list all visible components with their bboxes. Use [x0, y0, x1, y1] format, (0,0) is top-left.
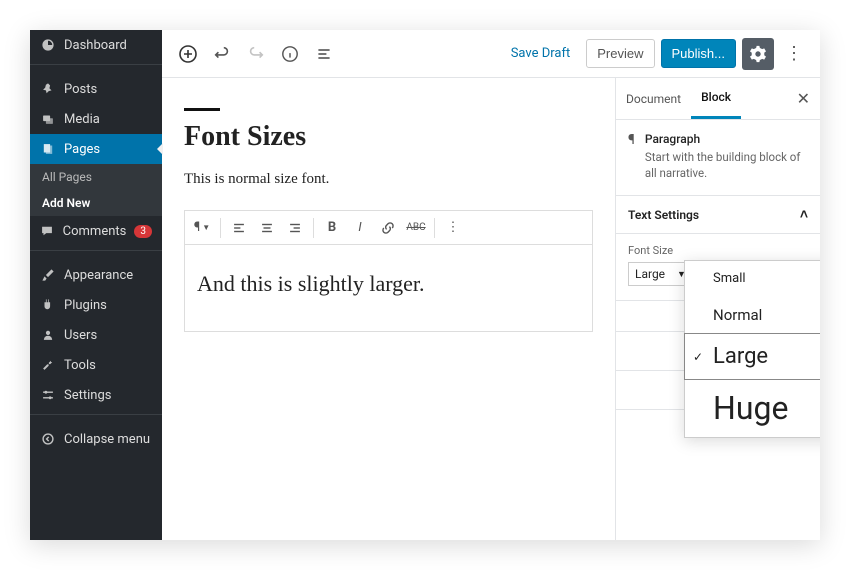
title-decoration [184, 108, 220, 111]
tab-document[interactable]: Document [616, 80, 691, 118]
sidebar-sub-add-new[interactable]: Add New [30, 190, 162, 216]
paragraph-block-large[interactable]: And this is slightly larger. [185, 245, 592, 331]
settings-gear-button[interactable] [742, 38, 774, 70]
font-size-option-large[interactable]: Large [684, 333, 820, 380]
more-menu-button[interactable]: ⋮ [780, 43, 808, 64]
editor-main: Save Draft Preview Publish... ⋮ Font Siz… [162, 30, 820, 540]
plugin-icon [40, 297, 56, 313]
tab-block[interactable]: Block [691, 78, 741, 119]
add-block-button[interactable] [174, 40, 202, 68]
panel-tabs: Document Block ✕ [616, 78, 820, 120]
block-type-name: Paragraph [645, 132, 808, 146]
sidebar-item-label: Media [64, 112, 100, 127]
admin-sidebar: Dashboard Posts Media Pages All Pages Ad… [30, 30, 162, 540]
pages-icon [40, 141, 56, 157]
sidebar-item-label: Collapse menu [64, 432, 150, 447]
sidebar-item-tools[interactable]: Tools [30, 350, 162, 380]
paragraph-icon: ¶ [628, 132, 635, 181]
sidebar-item-posts[interactable]: Posts [30, 74, 162, 104]
sidebar-item-dashboard[interactable]: Dashboard [30, 30, 162, 60]
align-left-button[interactable] [226, 215, 252, 241]
sidebar-item-comments[interactable]: Comments 3 [30, 216, 162, 246]
sidebar-item-media[interactable]: Media [30, 104, 162, 134]
collapse-icon [40, 431, 56, 447]
sidebar-item-settings[interactable]: Settings [30, 380, 162, 410]
dashboard-icon [40, 37, 56, 53]
chevron-up-icon: ˄ [800, 206, 808, 223]
sidebar-item-label: Appearance [64, 268, 133, 283]
info-button[interactable] [276, 40, 304, 68]
outline-button[interactable] [310, 40, 338, 68]
font-size-option-huge[interactable]: Huge [685, 379, 820, 437]
sidebar-item-label: Tools [64, 358, 96, 373]
block-toolbar: ¶ ▼ B I ABC ⋮ [185, 211, 592, 245]
sidebar-item-label: Comments [63, 224, 127, 239]
sidebar-item-users[interactable]: Users [30, 320, 162, 350]
sidebar-item-label: Pages [64, 142, 100, 157]
font-size-option-normal[interactable]: Normal [685, 296, 820, 334]
brush-icon [40, 267, 56, 283]
italic-button[interactable]: I [347, 215, 373, 241]
panel-close-button[interactable]: ✕ [787, 89, 820, 108]
sidebar-item-label: Settings [64, 388, 111, 403]
comment-icon [40, 223, 55, 239]
sidebar-item-label: Users [64, 328, 97, 343]
undo-button[interactable] [208, 40, 236, 68]
save-draft-link[interactable]: Save Draft [501, 40, 581, 67]
font-size-dropdown: Small Normal Large Huge [684, 260, 820, 438]
link-button[interactable] [375, 215, 401, 241]
page-title[interactable]: Font Sizes [184, 121, 593, 153]
wrench-icon [40, 357, 56, 373]
bold-button[interactable]: B [319, 215, 345, 241]
sidebar-item-label: Posts [64, 82, 97, 97]
strikethrough-button[interactable]: ABC [403, 215, 429, 241]
sidebar-sub-all-pages[interactable]: All Pages [30, 164, 162, 190]
text-settings-header[interactable]: Text Settings ˄ [616, 196, 820, 234]
block-more-button[interactable]: ⋮ [440, 215, 466, 241]
redo-button[interactable] [242, 40, 270, 68]
pin-icon [40, 81, 56, 97]
font-size-value: Large [635, 267, 665, 281]
user-icon [40, 327, 56, 343]
align-center-button[interactable] [254, 215, 280, 241]
preview-button[interactable]: Preview [586, 39, 654, 68]
sidebar-item-label: Dashboard [64, 38, 127, 53]
sidebar-item-plugins[interactable]: Plugins [30, 290, 162, 320]
media-icon [40, 111, 56, 127]
section-title: Text Settings [628, 208, 699, 222]
block-type-button[interactable]: ¶ ▼ [189, 215, 215, 241]
block-type-desc: Start with the building block of all nar… [645, 149, 808, 181]
font-size-option-small[interactable]: Small [685, 261, 820, 296]
paragraph-block-normal[interactable]: This is normal size font. [184, 171, 593, 188]
font-size-label: Font Size [628, 244, 808, 257]
publish-button[interactable]: Publish... [661, 39, 736, 68]
sidebar-item-label: Plugins [64, 298, 107, 313]
block-info: ¶ Paragraph Start with the building bloc… [616, 120, 820, 196]
align-right-button[interactable] [282, 215, 308, 241]
sidebar-item-pages[interactable]: Pages [30, 134, 162, 164]
selected-block: ¶ ▼ B I ABC ⋮ And this is slightly large [184, 210, 593, 332]
editor-canvas[interactable]: Font Sizes This is normal size font. ¶ ▼… [162, 78, 615, 540]
comments-badge: 3 [134, 225, 152, 238]
sidebar-collapse[interactable]: Collapse menu [30, 424, 162, 454]
editor-toolbar: Save Draft Preview Publish... ⋮ [162, 30, 820, 78]
sidebar-item-appearance[interactable]: Appearance [30, 260, 162, 290]
sliders-icon [40, 387, 56, 403]
